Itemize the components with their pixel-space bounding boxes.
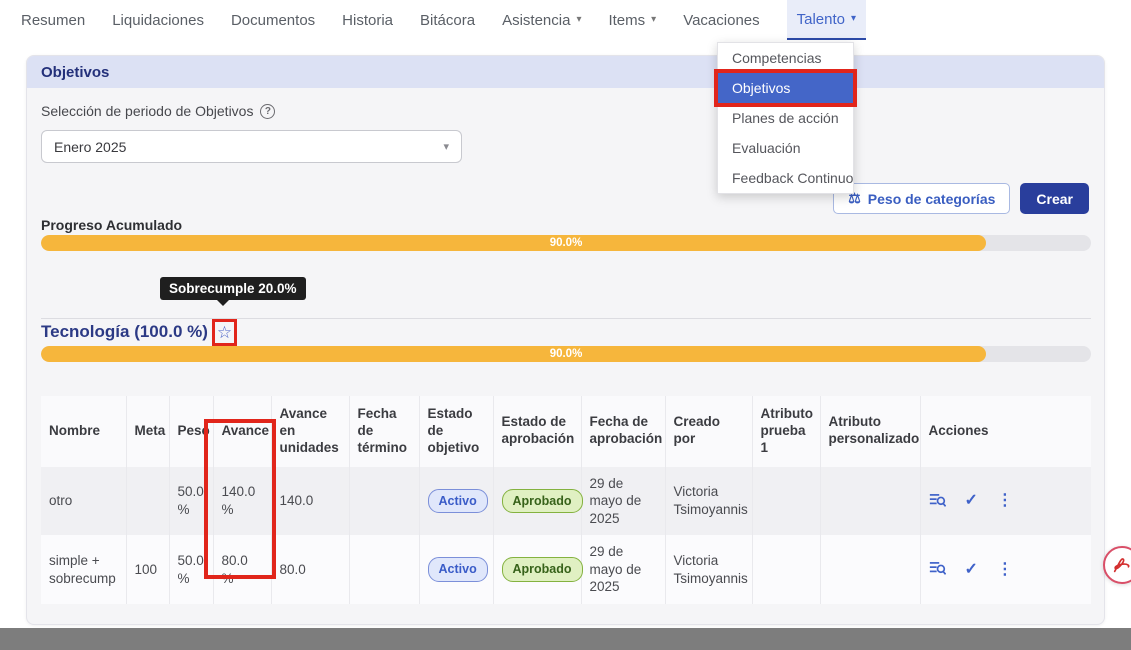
menu-item-evaluacion[interactable]: Evaluación <box>718 133 853 163</box>
category-weights-button[interactable]: ⚖ Peso de categorías <box>833 183 1010 214</box>
period-selector-label: Selección de periodo de Objetivos <box>41 103 253 119</box>
col-acciones: Acciones <box>920 396 1091 467</box>
col-creado-por: Creado por <box>665 396 752 467</box>
panel-title: Objetivos <box>41 64 109 81</box>
cell-acciones: ✓ ⋮ <box>920 467 1091 536</box>
details-search-icon[interactable] <box>929 560 946 579</box>
table-row: otro 50.0 % 140.0 % 140.0 Activo Aprobad… <box>41 467 1091 536</box>
col-fecha-aprobacion: Fecha de aprobación <box>581 396 665 467</box>
status-badge: Aprobado <box>502 557 583 581</box>
cell-meta <box>126 467 169 536</box>
cell-avance: 140.0 % <box>213 467 271 536</box>
col-meta: Meta <box>126 396 169 467</box>
talento-dropdown-menu: Competencias Objetivos Planes de acción … <box>717 42 854 194</box>
cell-nombre: otro <box>41 467 126 536</box>
cell-atributo-prueba <box>752 467 820 536</box>
cell-fecha-termino <box>349 535 419 604</box>
bottom-strip <box>0 628 1131 650</box>
nav-item-talento[interactable]: Talento▾ <box>787 0 866 40</box>
col-peso: Peso <box>169 396 213 467</box>
create-button[interactable]: Crear <box>1020 183 1089 214</box>
cell-estado-objetivo: Activo <box>419 467 493 536</box>
status-badge: Aprobado <box>502 489 583 513</box>
progress-value: 90.0% <box>41 346 1091 362</box>
star-icon[interactable]: ☆ <box>217 324 232 341</box>
col-fecha-termino: Fecha de término <box>349 396 419 467</box>
cell-atributo-personalizado <box>820 467 920 536</box>
page: Resumen Liquidaciones Documentos Histori… <box>0 0 1131 650</box>
category-title: Tecnología (100.0 %) <box>41 322 208 342</box>
cell-estado-aprobacion: Aprobado <box>493 467 581 536</box>
panel-header: Objetivos <box>27 56 1104 88</box>
status-badge: Activo <box>428 489 488 513</box>
period-select-value: Enero 2025 <box>54 139 126 155</box>
col-atributo-personalizado: Atributo personalizado <box>820 396 920 467</box>
progress-value: 90.0% <box>41 235 1091 251</box>
col-estado-objetivo: Estado de objetivo <box>419 396 493 467</box>
sobrecumple-tooltip: Sobrecumple 20.0% <box>160 277 306 300</box>
pdf-export-button[interactable] <box>1103 546 1131 584</box>
chevron-down-icon: ▾ <box>651 15 656 25</box>
menu-item-planes-de-accion[interactable]: Planes de acción <box>718 103 853 133</box>
accumulated-progress-label: Progreso Acumulado <box>41 217 182 233</box>
nav-item-resumen[interactable]: Resumen <box>21 0 85 40</box>
approve-check-icon[interactable]: ✓ <box>965 562 978 578</box>
status-badge: Activo <box>428 557 488 581</box>
nav-item-vacaciones[interactable]: Vacaciones <box>683 0 759 40</box>
cell-nombre: simple + sobrecump <box>41 535 126 604</box>
nav-item-liquidaciones[interactable]: Liquidaciones <box>112 0 204 40</box>
menu-item-objetivos[interactable]: Objetivos <box>718 73 853 103</box>
cell-atributo-personalizado <box>820 535 920 604</box>
period-select[interactable]: Enero 2025 ▾ <box>41 130 462 163</box>
cell-atributo-prueba <box>752 535 820 604</box>
nav-item-historia[interactable]: Historia <box>342 0 393 40</box>
chevron-down-icon: ▾ <box>576 15 581 25</box>
category-progress-bar: 90.0% <box>41 346 1091 362</box>
cell-fecha-termino <box>349 467 419 536</box>
more-options-icon[interactable]: ⋮ <box>997 562 1013 578</box>
objetivos-panel: Objetivos Selección de periodo de Objeti… <box>26 55 1105 625</box>
cell-meta: 100 <box>126 535 169 604</box>
more-options-icon[interactable]: ⋮ <box>997 493 1013 509</box>
adobe-pdf-icon <box>1111 554 1131 576</box>
cell-avance-unidades: 140.0 <box>271 467 349 536</box>
cell-creado-por: Victoria Tsimoyannis <box>665 467 752 536</box>
section-divider <box>41 318 1091 319</box>
nav-item-items[interactable]: Items▾ <box>608 0 656 40</box>
chevron-down-icon: ▾ <box>443 140 449 153</box>
nav-item-documentos[interactable]: Documentos <box>231 0 315 40</box>
help-icon[interactable]: ? <box>260 104 275 119</box>
approve-check-icon[interactable]: ✓ <box>965 493 978 509</box>
cell-acciones: ✓ ⋮ <box>920 535 1091 604</box>
tooltip-arrow <box>216 299 230 306</box>
cell-creado-por: Victoria Tsimoyannis <box>665 535 752 604</box>
cell-peso: 50.0 % <box>169 467 213 536</box>
accumulated-progress-bar: 90.0% <box>41 235 1091 251</box>
cell-fecha-aprobacion: 29 de mayo de 2025 <box>581 535 665 604</box>
cell-avance-unidades: 80.0 <box>271 535 349 604</box>
col-avance: Avance <box>213 396 271 467</box>
menu-item-feedback-continuo[interactable]: Feedback Continuo <box>718 163 853 193</box>
cell-fecha-aprobacion: 29 de mayo de 2025 <box>581 467 665 536</box>
menu-item-competencias[interactable]: Competencias <box>718 43 853 73</box>
col-estado-aprobacion: Estado de aprobación <box>493 396 581 467</box>
table-header-row: Nombre Meta Peso Avance Avance en unidad… <box>41 396 1091 467</box>
chevron-down-icon: ▾ <box>851 14 856 24</box>
col-nombre: Nombre <box>41 396 126 467</box>
objectives-table: Nombre Meta Peso Avance Avance en unidad… <box>41 396 1091 604</box>
cell-avance: 80.0 % <box>213 535 271 604</box>
nav-item-asistencia[interactable]: Asistencia▾ <box>502 0 581 40</box>
cell-estado-aprobacion: Aprobado <box>493 535 581 604</box>
top-navigation: Resumen Liquidaciones Documentos Histori… <box>0 0 1131 40</box>
cell-estado-objetivo: Activo <box>419 535 493 604</box>
nav-item-bitacora[interactable]: Bitácora <box>420 0 475 40</box>
col-avance-unidades: Avance en unidades <box>271 396 349 467</box>
col-atributo-prueba: Atributo prueba 1 <box>752 396 820 467</box>
cell-peso: 50.0 % <box>169 535 213 604</box>
details-search-icon[interactable] <box>929 492 946 511</box>
table-row: simple + sobrecump 100 50.0 % 80.0 % 80.… <box>41 535 1091 604</box>
